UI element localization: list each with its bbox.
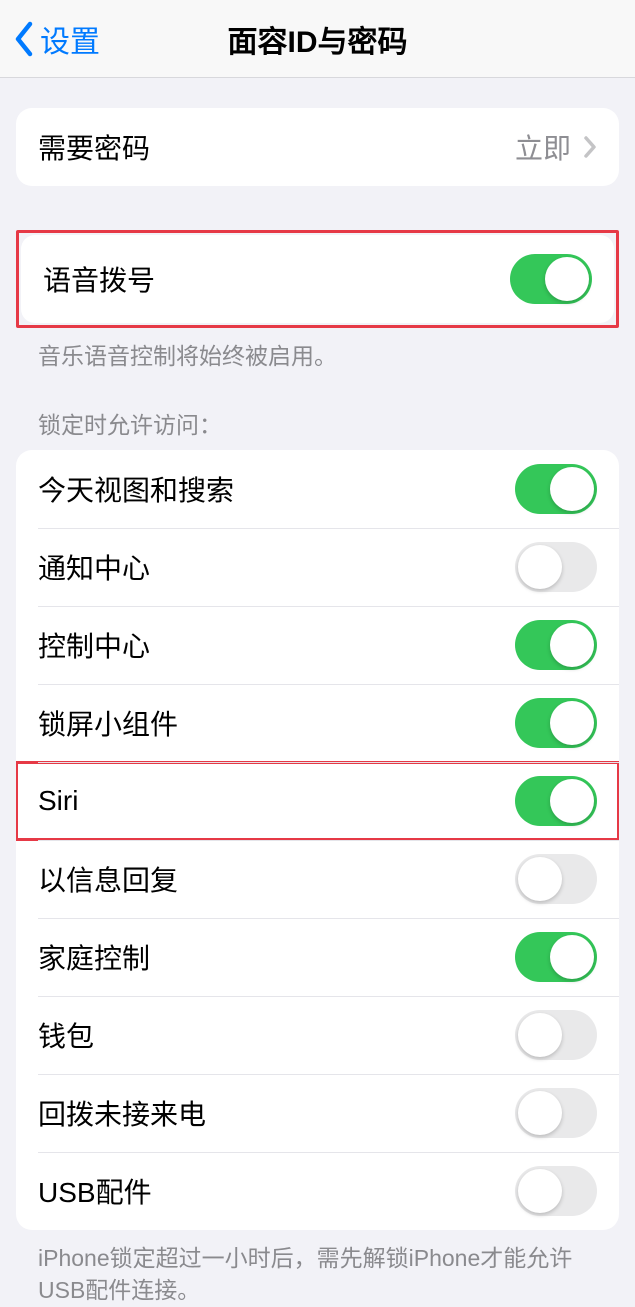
lock-access-toggle[interactable] [515,698,597,748]
require-passcode-label: 需要密码 [38,127,150,167]
lock-access-label: 锁屏小组件 [38,703,178,743]
lock-access-toggle[interactable] [515,1166,597,1216]
lock-access-group: 今天视图和搜索通知中心控制中心锁屏小组件 Siri 以信息回复家庭控制钱包回拨未接来… [16,450,619,1306]
lock-access-row: 回拨未接来电 [16,1074,619,1152]
lock-access-row: 控制中心 [16,606,619,684]
lock-access-toggle[interactable] [515,854,597,904]
lock-access-toggle[interactable] [515,542,597,592]
back-button[interactable]: 设置 [0,17,100,61]
voice-dial-toggle[interactable] [510,254,592,304]
voice-dial-label: 语音拨号 [43,259,155,299]
lock-access-label: 控制中心 [38,625,150,665]
lock-access-label: USB配件 [38,1171,152,1211]
lock-access-row: 锁屏小组件 [16,684,619,762]
lock-access-toggle[interactable] [515,464,597,514]
lock-access-toggle[interactable] [515,1010,597,1060]
lock-access-header: 锁定时允许访问： [16,406,619,450]
lock-access-toggle[interactable] [515,776,597,826]
passcode-group: 需要密码 立即 [16,108,619,186]
lock-access-label: Siri [38,785,78,817]
lock-access-row: USB配件 [16,1152,619,1230]
lock-access-label: 回拨未接来电 [38,1093,206,1133]
lock-access-label: 今天视图和搜索 [38,469,234,509]
lock-access-footer: iPhone锁定超过一小时后，需先解锁iPhone才能允许USB配件连接。 [16,1230,619,1306]
voice-dial-footer: 音乐语音控制将始终被启用。 [16,328,619,372]
chevron-right-icon [583,135,597,159]
back-label: 设置 [40,17,100,61]
back-chevron-icon [12,20,34,58]
nav-header: 设置 面容ID与密码 [0,0,635,78]
lock-access-toggle[interactable] [515,1088,597,1138]
lock-access-row: 以信息回复 [16,840,619,918]
lock-access-label: 钱包 [38,1015,94,1055]
lock-access-label: 以信息回复 [38,859,178,899]
lock-access-toggle[interactable] [515,620,597,670]
lock-access-label: 通知中心 [38,547,150,587]
require-passcode-row[interactable]: 需要密码 立即 [16,108,619,186]
page-title: 面容ID与密码 [228,17,408,61]
lock-access-label: 家庭控制 [38,937,150,977]
require-passcode-value: 立即 [515,127,571,167]
voice-dial-row: 语音拨号 [21,235,614,323]
lock-access-row: 家庭控制 [16,918,619,996]
lock-access-row: Siri [16,762,619,840]
lock-access-row: 今天视图和搜索 [16,450,619,528]
lock-access-row: 钱包 [16,996,619,1074]
lock-access-toggle[interactable] [515,932,597,982]
voice-dial-group: 语音拨号 音乐语音控制将始终被启用。 [16,230,619,372]
lock-access-row: 通知中心 [16,528,619,606]
